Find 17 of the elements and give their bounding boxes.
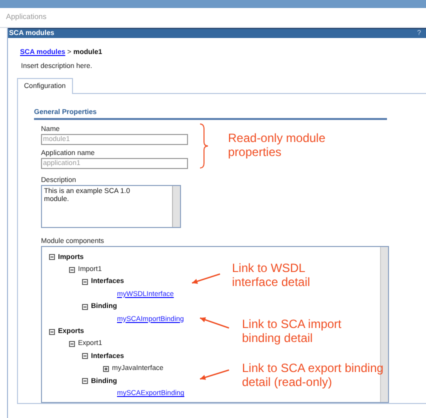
collapse-icon[interactable] [82, 304, 88, 310]
collapse-icon[interactable] [49, 328, 55, 335]
arrow-icon [197, 367, 232, 382]
collapse-icon[interactable] [82, 278, 88, 285]
collapse-icon[interactable] [49, 254, 55, 260]
annotation-text: Read-only module properties [228, 131, 326, 159]
expand-icon[interactable] [103, 366, 109, 372]
collapse-icon[interactable] [82, 378, 88, 384]
annotation-text: Link to SCA export binding detail (read-only) [242, 361, 384, 389]
collapse-icon[interactable] [69, 266, 75, 273]
arrow-icon [189, 271, 223, 286]
arrow-icon [197, 315, 232, 331]
collapse-icon[interactable] [82, 353, 88, 360]
brace-icon [199, 123, 209, 169]
collapse-icon[interactable] [69, 340, 75, 347]
annotation-text: Link to SCA import binding detail [242, 317, 342, 345]
annotation-text: Link to WSDL interface detail [232, 261, 312, 289]
